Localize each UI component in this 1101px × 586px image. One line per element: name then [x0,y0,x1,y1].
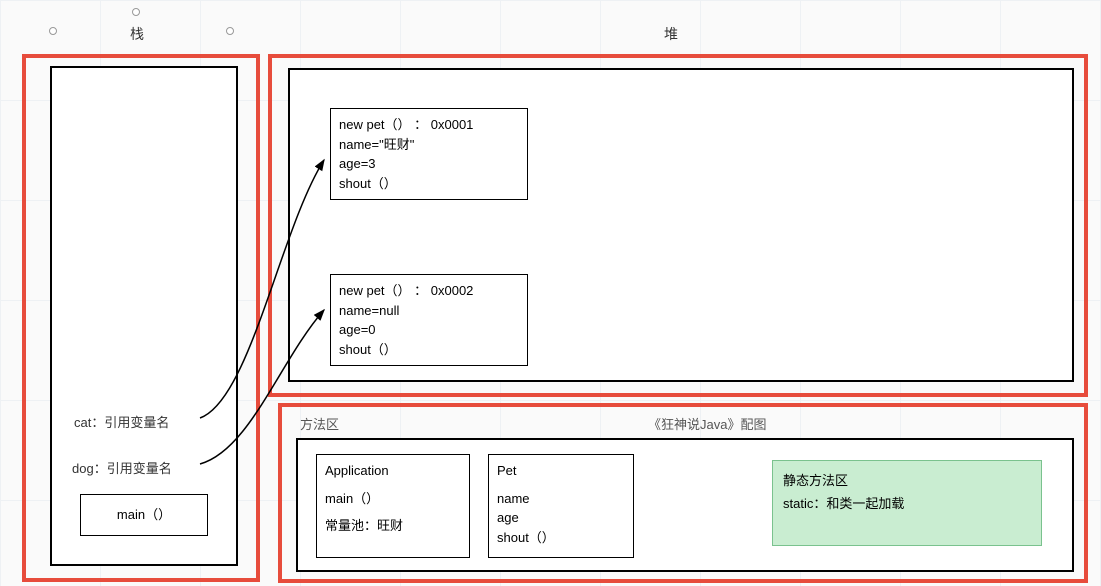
obj1-addr: new pet（） ： 0x0001 [339,115,519,135]
method-area-title: 方法区 [300,414,339,433]
app-main: main（） [325,489,461,509]
diagram-subtitle: 《狂神说Java》配图 [648,414,766,433]
stack-box [50,66,238,566]
heap-object-2: new pet（） ： 0x0002 name=null age=0 shout… [330,274,528,366]
app-pool: 常量池：旺财 [325,516,461,536]
pet-age: age [497,508,625,528]
handle [226,27,234,35]
pet-title: Pet [497,461,625,481]
static-title: 静态方法区 [783,469,1031,492]
handle [49,27,57,35]
pet-shout: shout（） [497,528,625,548]
app-title: Application [325,461,461,481]
static-area-box: 静态方法区 static：和类一起加载 [772,460,1042,546]
application-box: Application main（） 常量池：旺财 [316,454,470,558]
obj2-name: name=null [339,301,519,321]
static-desc: static：和类一起加载 [783,492,1031,515]
obj1-name: name="旺财" [339,135,519,155]
main-label: main（） [117,507,171,522]
obj1-age: age=3 [339,154,519,174]
dog-var: dog：引用变量名 [72,458,172,477]
stack-label: 栈 [130,24,144,44]
pet-name: name [497,489,625,509]
pet-box: Pet name age shout（） [488,454,634,558]
heap-label: 堆 [664,24,678,44]
main-frame: main（） [80,494,208,536]
cat-var: cat：引用变量名 [74,412,169,431]
obj2-shout: shout（） [339,340,519,360]
obj2-addr: new pet（） ： 0x0002 [339,281,519,301]
heap-object-1: new pet（） ： 0x0001 name="旺财" age=3 shout… [330,108,528,200]
handle [132,8,140,16]
obj2-age: age=0 [339,320,519,340]
obj1-shout: shout（） [339,174,519,194]
